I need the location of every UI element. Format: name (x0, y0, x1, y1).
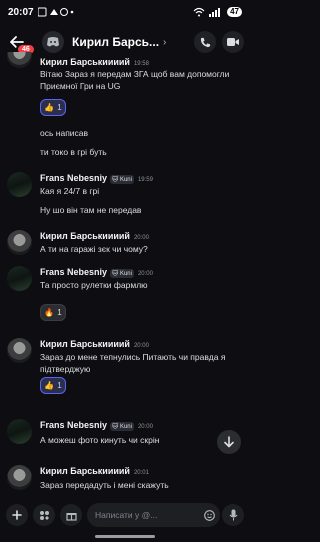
message-text: Зараз до мене тепнулись Питають чи правд… (40, 352, 226, 374)
server-tag: 🐱 Kuni (110, 175, 134, 184)
reaction-chip[interactable]: 👍 1 (40, 377, 66, 394)
smile-icon (203, 509, 215, 521)
avatar[interactable] (7, 465, 32, 490)
emoji-button[interactable] (201, 507, 217, 523)
avatar[interactable] (7, 266, 32, 291)
message-author[interactable]: Кирил Барськиииий 20:00 (40, 231, 149, 241)
signal-icon (209, 8, 221, 17)
gesture-nav-bar[interactable] (95, 535, 155, 538)
message-time: 19:58 (133, 61, 149, 67)
scroll-to-bottom-button[interactable] (217, 430, 241, 454)
avatar[interactable] (7, 338, 32, 363)
status-notification-icons (37, 7, 73, 17)
message-author[interactable]: Кирил Барськиииий 20:00 (40, 339, 149, 349)
chevron-right-icon[interactable]: › (163, 37, 166, 48)
message-time: 20:00 (137, 271, 153, 277)
thumbs-up-icon: 👍 (44, 103, 55, 112)
message-list[interactable]: Кирил Барськиииий 19:58 Вітаю Зараз я пер… (0, 52, 250, 494)
status-time: 20:07 (8, 6, 34, 18)
video-camera-icon (227, 38, 239, 46)
message-author[interactable]: Кирил Барськиииий 20:01 (40, 466, 149, 476)
voice-message-button[interactable] (222, 504, 244, 526)
server-tag: 🐱 Kuni (110, 422, 134, 431)
message-time: 20:00 (137, 424, 153, 430)
arrow-down-icon (224, 436, 234, 448)
battery-indicator: 47 (227, 7, 242, 17)
reaction-chip[interactable]: 👍 1 (40, 99, 66, 116)
message-time: 20:00 (133, 343, 149, 349)
message-text: Ну шо він там не передав (40, 205, 142, 215)
status-bar: 20:07 47 (0, 0, 250, 24)
fire-icon: 🔥 (44, 308, 55, 317)
wifi-icon (193, 7, 205, 17)
avatar[interactable] (7, 52, 32, 68)
message-text: ти токо в грі буть (40, 147, 107, 157)
message-time: 19:59 (137, 177, 153, 183)
server-tag: 🐱 Kuni (110, 269, 134, 278)
gift-icon (65, 512, 77, 521)
message-text: Та просто рулетки фармлю (40, 280, 148, 290)
phone-icon (200, 37, 210, 47)
message-composer (0, 500, 250, 530)
gift-button[interactable] (60, 504, 82, 526)
avatar[interactable] (42, 31, 64, 53)
message-author[interactable]: Кирил Барськиииий 19:58 (40, 57, 149, 67)
avatar[interactable] (7, 230, 32, 255)
reaction-chip[interactable]: 🔥 1 (40, 304, 66, 321)
reaction-count: 1 (57, 381, 62, 390)
video-call-button[interactable] (222, 31, 244, 53)
message-time: 20:01 (133, 470, 149, 476)
reaction-count: 1 (57, 103, 62, 112)
message-text: А ти на гаражі зєк чи чому? (40, 244, 148, 254)
message-text: ось написав (40, 128, 89, 138)
message-author[interactable]: Frans Nebesniy 🐱 Kuni 20:00 (40, 267, 153, 278)
message-author[interactable]: Frans Nebesniy 🐱 Kuni 20:00 (40, 420, 153, 431)
avatar[interactable] (7, 172, 32, 197)
message-text: Кая я 24/7 в грі (40, 186, 100, 196)
apps-icon (39, 510, 49, 520)
message-text: Вітаю Зараз я передам ЗГА щоб вам допомо… (40, 69, 230, 91)
message-author[interactable]: Frans Nebesniy 🐱 Kuni 19:59 (40, 173, 153, 184)
message-time: 20:00 (133, 235, 149, 241)
voice-call-button[interactable] (194, 31, 216, 53)
thumbs-up-icon: 👍 (44, 381, 55, 390)
conversation-title[interactable]: Кирил Барсь... (72, 35, 159, 49)
message-text: А можеш фото кинуть чи скрін (40, 435, 160, 445)
microphone-icon (229, 509, 237, 521)
message-text: Зараз передадуть і мені скажуть (40, 480, 169, 490)
add-attachment-button[interactable] (6, 504, 28, 526)
apps-button[interactable] (33, 504, 55, 526)
reaction-count: 1 (57, 308, 62, 317)
discord-avatar-icon (47, 37, 59, 47)
plus-icon (12, 510, 22, 520)
avatar[interactable] (7, 419, 32, 444)
